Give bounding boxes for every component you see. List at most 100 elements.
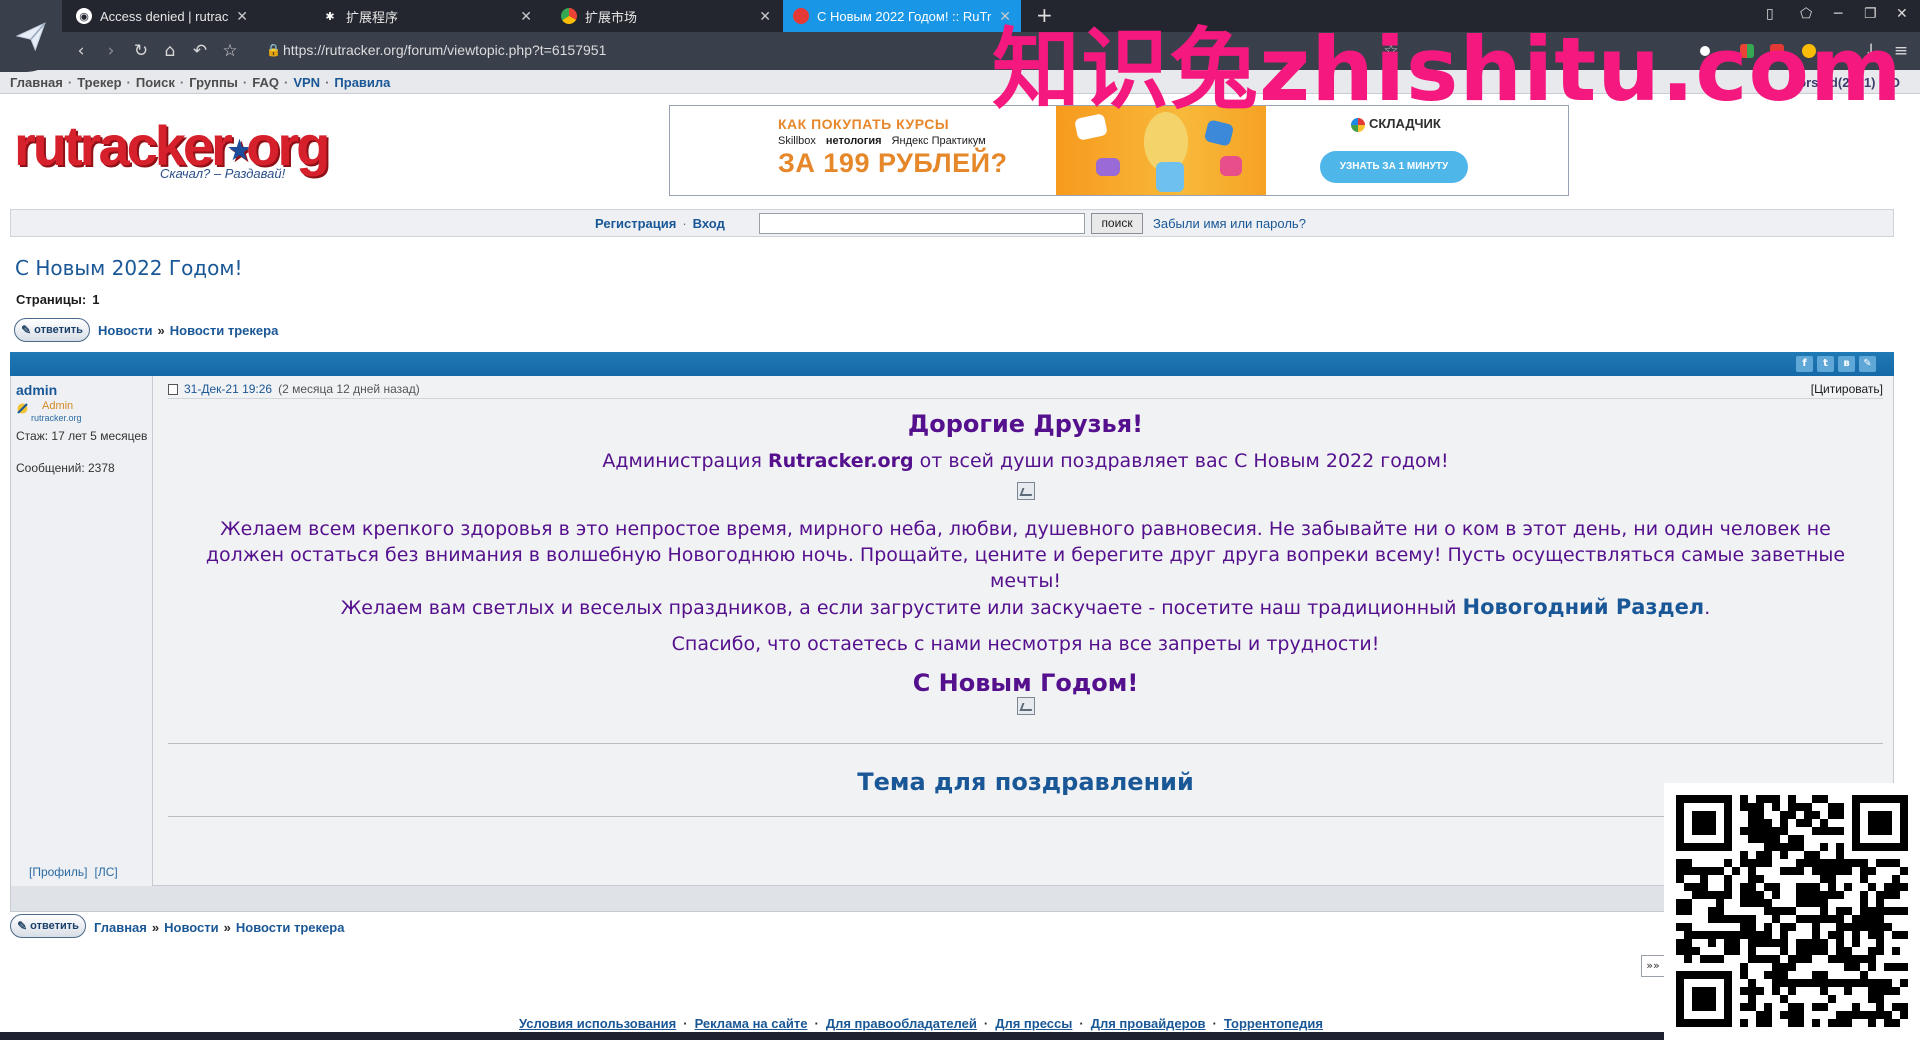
browser-tab[interactable]: ✱ 扩展程序 ✕ (312, 0, 542, 32)
close-icon[interactable]: ✕ (236, 8, 248, 25)
site-logo[interactable]: rutracker★org Скачал? – Раздавай! (14, 118, 334, 188)
forward-icon[interactable]: › (100, 41, 122, 61)
post-wish-paragraph: Желаем всем крепкого здоровья в это непр… (205, 518, 1846, 592)
tab-title: С Новым 2022 Годом! :: RuTrack (817, 8, 992, 24)
footer-link-rightholders[interactable]: Для правообладателей (826, 1016, 977, 1031)
footer-link-press[interactable]: Для прессы (995, 1016, 1072, 1031)
profile-link[interactable]: [Профиль] (29, 865, 87, 879)
crumb-news[interactable]: Новости (98, 323, 153, 338)
forgot-password-link[interactable]: Забыли имя или пароль? (1153, 216, 1306, 231)
quote-button[interactable]: [Цитировать] (1811, 382, 1883, 396)
reply-button[interactable]: ✎ ответить (14, 318, 90, 342)
nav-link-groups[interactable]: Группы (189, 75, 238, 90)
image-placeholder-icon[interactable] (1016, 482, 1035, 500)
post-heading: Дорогие Друзья! (907, 410, 1144, 438)
livejournal-icon[interactable]: ✎ (1859, 356, 1876, 372)
author-messages: Сообщений: 2378 (16, 461, 115, 475)
nav-link-vpn[interactable]: VPN (293, 75, 320, 90)
author-rank: Admin (42, 400, 74, 412)
nav-link-tracker[interactable]: Трекер (77, 75, 121, 90)
footer-link-providers[interactable]: Для провайдеров (1091, 1016, 1206, 1031)
breadcrumb: Новости» Новости трекера (98, 323, 279, 338)
footer-link-ads[interactable]: Реклама на сайте (695, 1016, 808, 1031)
post-date[interactable]: 31-Дек-21 19:26 (184, 382, 272, 396)
banner-cta-button[interactable]: УЗНАТЬ ЗА 1 МИНУТУ (1320, 151, 1468, 183)
tab-title: 扩展市场 (585, 9, 638, 25)
search-input[interactable] (759, 213, 1085, 234)
post-icon (168, 383, 178, 395)
search-button[interactable]: поиск (1091, 213, 1143, 234)
tab-title: Access denied | rutracker.org use (100, 8, 229, 24)
post: admin Admin rutracker.org Стаж: 17 лет 5… (10, 376, 1894, 886)
vk-icon[interactable]: в (1838, 356, 1855, 372)
crumb-news[interactable]: Новости (164, 920, 219, 935)
new-year-section-link[interactable]: Новогодний Раздел (1463, 595, 1705, 619)
breadcrumb: Главная» Новости» Новости трекера (94, 920, 345, 935)
puzzle-icon: ✱ (325, 10, 335, 23)
chrome-icon (561, 8, 577, 24)
pagination: Страницы: 1 (16, 292, 99, 307)
banner-brand: нетология (825, 135, 882, 147)
url-field[interactable]: https://rutracker.org/forum/viewtopic.ph… (283, 42, 606, 58)
home-icon[interactable]: ⌂ (159, 41, 181, 61)
congratulations-topic-link[interactable]: Тема для поздравлений (168, 768, 1883, 796)
lock-icon: 🔒 (266, 43, 281, 57)
author-rank-sub: rutracker.org (31, 413, 82, 423)
post-footer-strip (10, 886, 1894, 912)
author-name[interactable]: admin (16, 382, 57, 398)
reload-icon[interactable]: ↻ (130, 41, 152, 61)
rutracker-favicon-icon (793, 8, 809, 24)
nav-link-home[interactable]: Главная (10, 75, 63, 90)
logo-slogan: Скачал? – Раздавай! (160, 166, 286, 181)
globe-icon: ◉ (76, 8, 92, 24)
footer-link-torrentopedia[interactable]: Торрентопедия (1224, 1016, 1323, 1031)
banner-brand: Skillbox (778, 135, 816, 147)
pm-link[interactable]: [ЛС] (94, 865, 117, 879)
post-header-strip: f t в ✎ (10, 352, 1894, 376)
banner-price: ЗА 199 РУБЛЕЙ? (778, 148, 1008, 178)
reply-label: ответить (34, 324, 83, 336)
post-greeting: Администрация Rutracker.org от всей души… (602, 450, 1449, 472)
login-bar: Регистрация · Вход поиск Забыли имя или па… (10, 209, 1894, 237)
post-body: 31-Дек-21 19:26 (2 месяца 12 дней назад)… (154, 376, 1893, 886)
author-tenure: Стаж: 17 лет 5 месяцев (16, 429, 148, 443)
tab-title: 扩展程序 (346, 9, 399, 25)
footer-link-terms[interactable]: Условия использования (519, 1016, 676, 1031)
post-thanks: Спасибо, что остаетесь с нами несмотря н… (671, 633, 1380, 655)
twitter-icon[interactable]: t (1817, 356, 1834, 372)
nav-link-rules[interactable]: Правила (334, 75, 390, 90)
crumb-tracker-news[interactable]: Новости трекера (236, 920, 345, 935)
crumb-home[interactable]: Главная (94, 920, 147, 935)
banner-brand: Яндекс Практикум (891, 135, 986, 147)
pages-label: Страницы: (16, 292, 87, 307)
footer-links: Условия использования · Реклама на сайте · Д… (519, 1016, 1323, 1031)
browser-tab[interactable]: 扩展市场 ✕ (551, 0, 781, 32)
nav-link-faq[interactable]: FAQ (252, 75, 279, 90)
topic-title[interactable]: С Новым 2022 Годом! (15, 256, 242, 280)
facebook-icon[interactable]: f (1796, 356, 1813, 372)
pencil-icon: ✎ (17, 919, 28, 933)
close-icon[interactable]: ✕ (520, 8, 532, 25)
back-icon[interactable]: ‹ (70, 41, 92, 61)
crumb-tracker-news[interactable]: Новости трекера (170, 323, 279, 338)
reply-button[interactable]: ✎ ответить (10, 914, 86, 938)
post-closing: С Новым Годом! (912, 669, 1139, 697)
post-holiday-line: Желаем вам светлых и веселых праздников,… (340, 595, 1711, 619)
login-link[interactable]: Вход (693, 216, 725, 231)
browser-tab-active[interactable]: С Новым 2022 Годом! :: RuTrack ✕ (783, 0, 1021, 32)
image-placeholder-icon[interactable] (1016, 697, 1035, 715)
close-icon[interactable]: ✕ (759, 8, 771, 25)
undo-icon[interactable]: ↶ (189, 41, 211, 61)
page-number: 1 (92, 292, 100, 307)
pencil-icon: ✎ (21, 323, 32, 337)
nav-link-search[interactable]: Поиск (136, 75, 175, 90)
register-link[interactable]: Регистрация (595, 216, 676, 231)
star-icon[interactable]: ☆ (219, 41, 241, 61)
browser-tab[interactable]: ◉ Access denied | rutracker.org use ✕ (66, 0, 258, 32)
post-author-panel: admin Admin rutracker.org Стаж: 17 лет 5… (11, 376, 153, 886)
qr-code (1664, 783, 1920, 1040)
post-ago: (2 месяца 12 дней назад) (278, 382, 420, 396)
side-panel-toggle[interactable]: »» (1641, 955, 1665, 977)
watermark: 知识兔zhishitu.com (992, 18, 1903, 121)
taskbar-strip (0, 1032, 1920, 1040)
